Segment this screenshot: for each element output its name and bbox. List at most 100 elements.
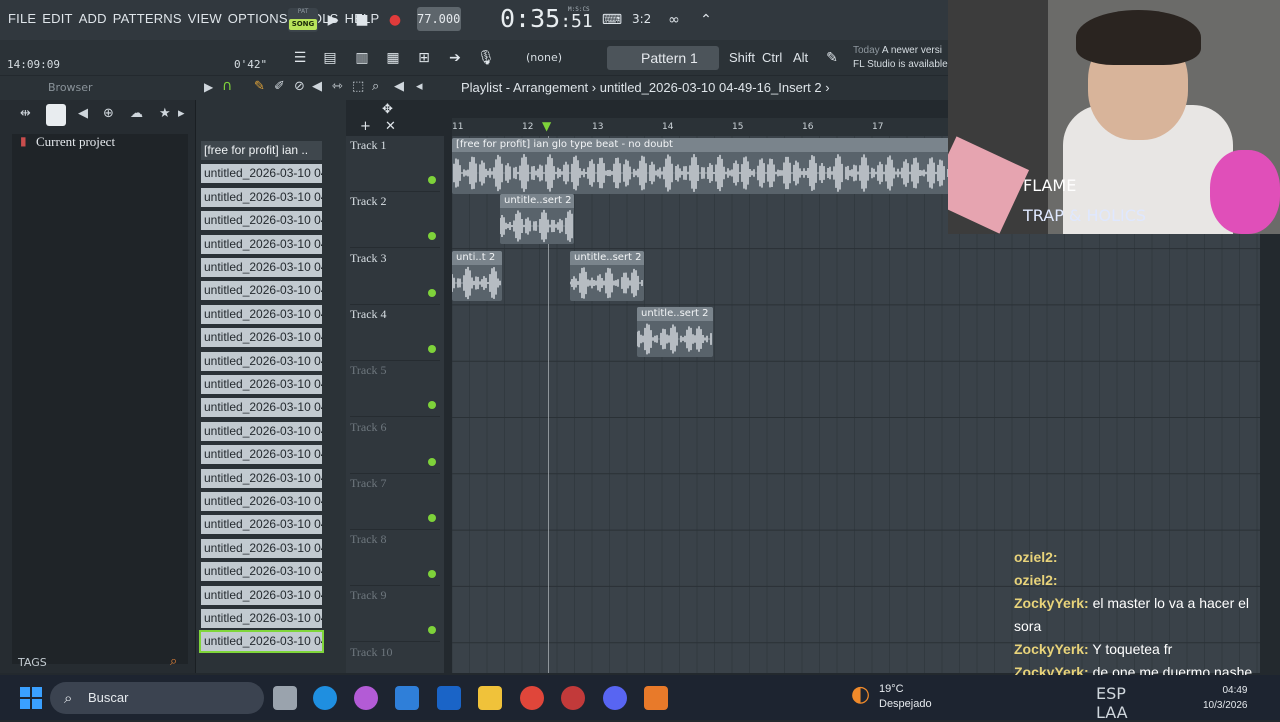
menu-view[interactable]: VIEW <box>188 11 222 26</box>
slip-icon[interactable]: ◀ <box>312 79 322 94</box>
picker-item[interactable]: untitled_2026-03-10 04-.. <box>201 258 322 277</box>
mute-icon[interactable]: ⊘ <box>294 79 305 94</box>
plus-icon[interactable]: + <box>360 119 371 134</box>
audio-clip[interactable]: untitle..sert 2 <box>570 251 644 301</box>
picker-item[interactable]: untitled_2026-03-10 04-.. <box>201 304 322 324</box>
discord-icon[interactable] <box>603 686 627 710</box>
playlist-window-icon[interactable]: ☰ <box>288 46 312 70</box>
system-clock[interactable]: 04:49 10/3/2026 <box>1203 683 1248 713</box>
ctrl-button[interactable]: Ctrl <box>762 50 782 65</box>
picker-item[interactable]: untitled_2026-03-10 04-.. <box>201 468 322 488</box>
alt-button[interactable]: Alt <box>793 50 808 65</box>
picker-item[interactable]: untitled_2026-03-10 04-.. <box>201 421 322 441</box>
track-header[interactable]: Track 4 <box>350 305 440 361</box>
track-enable-led[interactable] <box>428 626 436 635</box>
track-header[interactable]: Track 5 <box>350 361 440 418</box>
track-header[interactable]: Track 2 <box>350 192 440 249</box>
paint-icon[interactable]: ✐ <box>274 79 285 94</box>
midi-input-select[interactable]: (none) <box>526 51 562 64</box>
track-enable-led[interactable] <box>428 288 436 297</box>
picker-item[interactable]: untitled_2026-03-10 04-.. <box>201 585 322 605</box>
loop-icon[interactable]: ∞ <box>662 8 686 32</box>
news-icon[interactable]: ✎ <box>820 46 844 70</box>
cloud-icon[interactable]: ☁ <box>130 106 143 121</box>
channel-rack-icon[interactable]: ▤ <box>318 46 342 70</box>
chrome-icon[interactable] <box>520 686 544 710</box>
audio-clip[interactable]: untitle..sert 2 <box>637 307 713 357</box>
arrow-right-icon[interactable]: ➔ <box>443 46 467 70</box>
task-view-icon[interactable] <box>273 686 297 710</box>
add-track-icon[interactable]: ✥ <box>382 102 393 117</box>
file-icon[interactable] <box>46 104 66 126</box>
picker-item[interactable]: untitled_2026-03-10 04-.. <box>201 328 322 348</box>
playback-icon[interactable]: ◀ <box>394 79 404 94</box>
track-header[interactable]: Track 6 <box>350 418 440 474</box>
track-enable-led[interactable] <box>428 513 436 522</box>
outlook-icon[interactable] <box>437 686 461 710</box>
menu-options[interactable]: OPTIONS <box>228 11 288 26</box>
chevron-left-icon[interactable]: ◂ <box>416 79 423 94</box>
picker-item[interactable]: untitled_2026-03-10 04-.. <box>201 492 322 511</box>
collapse-icon[interactable]: ⇹ <box>20 106 31 121</box>
audio-clip[interactable]: [free for profit] ian glo type beat - no… <box>452 138 952 194</box>
picker-item[interactable]: untitled_2026-03-10 04-.. <box>201 281 322 301</box>
store-icon[interactable] <box>395 686 419 710</box>
picker-item[interactable]: untitled_2026-03-10 04-.. <box>201 375 322 394</box>
mixer-icon[interactable]: ▦ <box>381 46 405 70</box>
close-icon[interactable]: ✕ <box>385 119 396 134</box>
track-header[interactable]: Track 3 <box>350 249 440 305</box>
current-project-item[interactable]: Current project <box>36 134 115 150</box>
menu-file[interactable]: FILE <box>8 11 36 26</box>
zoom-icon[interactable]: ⌕ <box>372 79 379 94</box>
select-icon[interactable]: ⬚ <box>352 79 364 94</box>
picker-item[interactable]: untitled_2026-03-10 04-.. <box>201 538 322 558</box>
track-header[interactable]: Track 7 <box>350 474 440 530</box>
windows-start-icon[interactable] <box>20 687 42 709</box>
picker-item[interactable]: untitled_2026-03-10 04-.. <box>201 351 322 371</box>
tempo-display[interactable]: 77.000 <box>417 7 461 31</box>
slice-icon[interactable]: ⇿ <box>332 79 343 94</box>
menu-edit[interactable]: EDIT <box>42 11 72 26</box>
song-time-display[interactable]: 0:35:51 M:S:CS <box>500 4 593 33</box>
picker-item[interactable]: untitled_2026-03-10 04-.. <box>201 515 322 535</box>
track-enable-led[interactable] <box>428 176 436 184</box>
track-header[interactable]: Track 9 <box>350 586 440 643</box>
menu-patterns[interactable]: PATTERNS <box>113 11 182 26</box>
edge-icon[interactable] <box>313 686 337 710</box>
track-enable-led[interactable] <box>428 457 436 466</box>
pat-song-switch[interactable]: PAT SONG <box>288 8 318 32</box>
track-enable-led[interactable] <box>428 232 436 241</box>
speaker-icon[interactable]: ◀ <box>78 106 88 121</box>
picker-item[interactable]: untitled_2026-03-10 04-.. <box>199 630 324 654</box>
record-icon[interactable]: ● <box>383 8 407 32</box>
app-icon[interactable] <box>561 686 585 710</box>
audio-clip[interactable]: unti..t 2 <box>452 251 502 301</box>
snap-counter[interactable]: 3:2 <box>632 12 651 26</box>
chevron-right-icon[interactable]: ▸ <box>178 106 185 121</box>
picker-item[interactable]: untitled_2026-03-10 04-.. <box>201 609 322 628</box>
globe-icon[interactable]: ⊕ <box>103 106 114 121</box>
magnet-icon[interactable]: ∩ <box>222 78 232 94</box>
star-icon[interactable]: ★ <box>159 106 171 121</box>
search-icon[interactable]: ⌕ <box>170 654 177 669</box>
play-icon[interactable]: ▶ <box>321 8 345 32</box>
track-header[interactable]: Track 8 <box>350 530 440 587</box>
fl-studio-icon[interactable] <box>644 686 668 710</box>
plugin-icon[interactable]: ⊞ <box>412 46 436 70</box>
explorer-icon[interactable] <box>478 686 502 710</box>
play-arrow-icon[interactable]: ▶ <box>204 80 213 94</box>
pencil-icon[interactable]: ✎ <box>254 79 265 94</box>
weather-widget[interactable]: 19°C Despejado <box>879 682 932 712</box>
metronome-icon[interactable]: ⌃ <box>694 8 718 32</box>
track-header[interactable]: Track 1 <box>350 136 440 192</box>
microphone-icon[interactable]: 🎙 <box>474 46 498 70</box>
audio-clip[interactable]: untitle..sert 2 <box>500 194 574 244</box>
playhead-marker-icon[interactable]: ▼ <box>542 119 551 133</box>
track-enable-led[interactable] <box>428 401 436 410</box>
track-enable-led[interactable] <box>428 344 436 353</box>
taskbar-search[interactable]: Buscar <box>50 682 264 714</box>
picker-item[interactable]: untitled_2026-03-10 04-.. <box>201 164 322 184</box>
stop-icon[interactable]: ■ <box>350 8 374 32</box>
typing-keyboard-icon[interactable]: ⌨ <box>600 8 624 32</box>
picker-item[interactable]: untitled_2026-03-10 04-.. <box>201 211 322 231</box>
